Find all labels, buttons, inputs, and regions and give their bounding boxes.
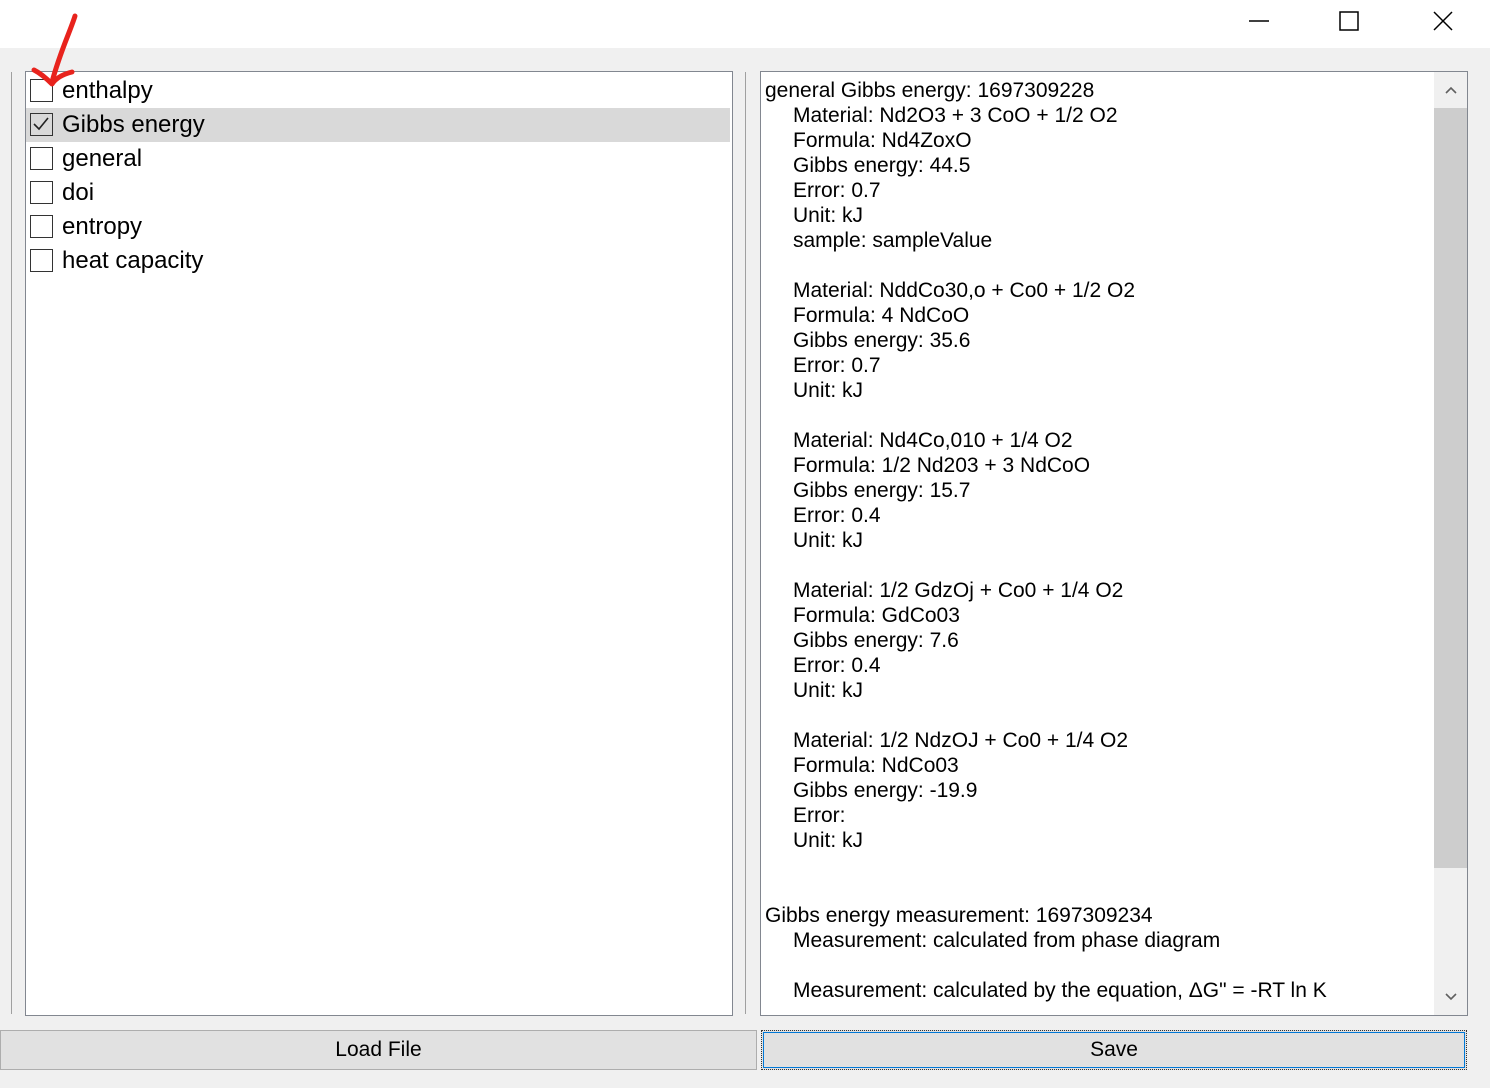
output-line: Material: Nd2O3 + 3 CoO + 1/2 O2 [793, 104, 1118, 127]
scroll-thumb[interactable] [1434, 108, 1467, 868]
list-item-label: heat capacity [62, 247, 204, 274]
output-blank-line [765, 878, 1429, 903]
scroll-down-button[interactable] [1434, 979, 1467, 1015]
output-line: Unit: kJ [793, 829, 864, 852]
list-item-label: Gibbs energy [62, 111, 205, 138]
heat-capacity-checkbox[interactable] [30, 249, 53, 272]
output-blank-line [765, 403, 1429, 428]
scroll-up-button[interactable] [1434, 72, 1467, 108]
output-line: Error: 0.7 [793, 179, 881, 202]
output-line: Error: 0.7 [793, 354, 881, 377]
field-list: enthalpy Gibbs energy general doi entrop… [25, 71, 733, 1016]
output-line: Gibbs energy: 44.5 [793, 154, 971, 177]
list-item-label: entropy [62, 213, 143, 240]
output-line: Formula: 1/2 Nd203 + 3 NdCoO [793, 454, 1091, 477]
gibbs-energy-checkbox[interactable] [30, 113, 53, 136]
output-line: Unit: kJ [793, 679, 864, 702]
splitter-handle[interactable] [745, 72, 746, 1014]
output-line: Material: 1/2 NdzOJ + Co0 + 1/4 O2 [793, 729, 1128, 752]
list-item-label: enthalpy [62, 77, 153, 104]
doi-checkbox[interactable] [30, 181, 53, 204]
maximize-icon [1339, 11, 1359, 31]
output-line: Material: 1/2 GdzOj + Co0 + 1/4 O2 [793, 579, 1124, 602]
chevron-up-icon [1444, 86, 1457, 94]
output-blank-line [765, 253, 1429, 278]
output-line: Gibbs energy: 15.7 [793, 479, 971, 502]
output-line: Formula: 4 NdCoO [793, 304, 970, 327]
title-bar [0, 0, 1490, 48]
output-line: Unit: kJ [793, 529, 864, 552]
output-line: sample: sampleValue [793, 229, 993, 252]
load-file-button[interactable]: Load File [0, 1030, 757, 1070]
output-line: Error: 0.4 [793, 504, 881, 527]
list-item-entropy[interactable]: entropy [26, 210, 730, 244]
entropy-checkbox[interactable] [30, 215, 53, 238]
output-line: Material: NddCo30,o + Co0 + 1/2 O2 [793, 279, 1136, 302]
maximize-button[interactable] [1304, 0, 1394, 42]
output-blank-line [765, 853, 1429, 878]
output-line: Measurement: calculated by the equation,… [793, 979, 1327, 1002]
close-button[interactable] [1398, 0, 1488, 42]
list-item-general[interactable]: general [26, 142, 730, 176]
output-line: Gibbs energy measurement: 1697309234 [765, 904, 1153, 927]
list-item-label: general [62, 145, 143, 172]
minimize-button[interactable] [1214, 0, 1304, 42]
output-line: Unit: kJ [793, 204, 864, 227]
output-text-area[interactable]: general Gibbs energy: 1697309228 Material… [760, 71, 1468, 1016]
output-line: Formula: GdCo03 [793, 604, 960, 627]
minimize-icon [1249, 20, 1269, 22]
vertical-scrollbar[interactable] [1434, 72, 1467, 1015]
output-line: general Gibbs energy: 1697309228 [765, 79, 1095, 102]
close-icon [1433, 11, 1453, 31]
list-item-label: doi [62, 179, 95, 206]
output-line: Error: [793, 804, 846, 827]
output-line: Material: Nd4Co,010 + 1/4 O2 [793, 429, 1073, 452]
list-item-heat-capacity[interactable]: heat capacity [26, 244, 730, 278]
output-line: Measurement: calculated from phase diagr… [793, 929, 1221, 952]
output-blank-line [765, 703, 1429, 728]
checkmark-icon [33, 117, 49, 131]
save-button[interactable]: Save [761, 1030, 1467, 1070]
list-item-enthalpy[interactable]: enthalpy [26, 74, 730, 108]
general-checkbox[interactable] [30, 147, 53, 170]
output-line: Formula: NdCo03 [793, 754, 959, 777]
splitter-line-left [11, 72, 12, 1014]
enthalpy-checkbox[interactable] [30, 79, 53, 102]
output-blank-line [765, 553, 1429, 578]
list-item-doi[interactable]: doi [26, 176, 730, 210]
output-line: Gibbs energy: -19.9 [793, 779, 978, 802]
output-line: Unit: kJ [793, 379, 864, 402]
chevron-down-icon [1444, 993, 1457, 1001]
output-blank-line [765, 953, 1429, 978]
list-item-gibbs-energy[interactable]: Gibbs energy [26, 108, 730, 142]
output-line: Formula: Nd4ZoxO [793, 129, 972, 152]
output-line: Error: 0.4 [793, 654, 881, 677]
output-line: Gibbs energy: 7.6 [793, 629, 959, 652]
output-line: Gibbs energy: 35.6 [793, 329, 971, 352]
output-text[interactable]: general Gibbs energy: 1697309228 Material… [765, 78, 1429, 1008]
